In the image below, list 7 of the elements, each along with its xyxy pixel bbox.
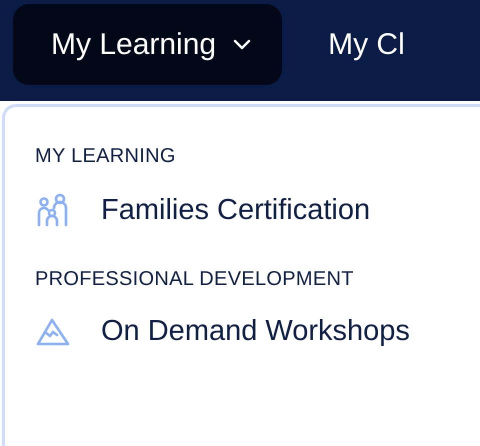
menu-item[interactable]: On Demand Workshops: [35, 315, 480, 348]
mountain-icon: [35, 316, 71, 346]
section-heading: PROFESSIONAL DEVELOPMENT: [35, 268, 355, 291]
menu-item[interactable]: Families Certification: [35, 192, 480, 228]
nav-menu-button[interactable]: My Cl: [282, 4, 405, 85]
section-heading: MY LEARNING: [35, 145, 177, 168]
nav-menu-button[interactable]: My Learning: [13, 4, 282, 85]
